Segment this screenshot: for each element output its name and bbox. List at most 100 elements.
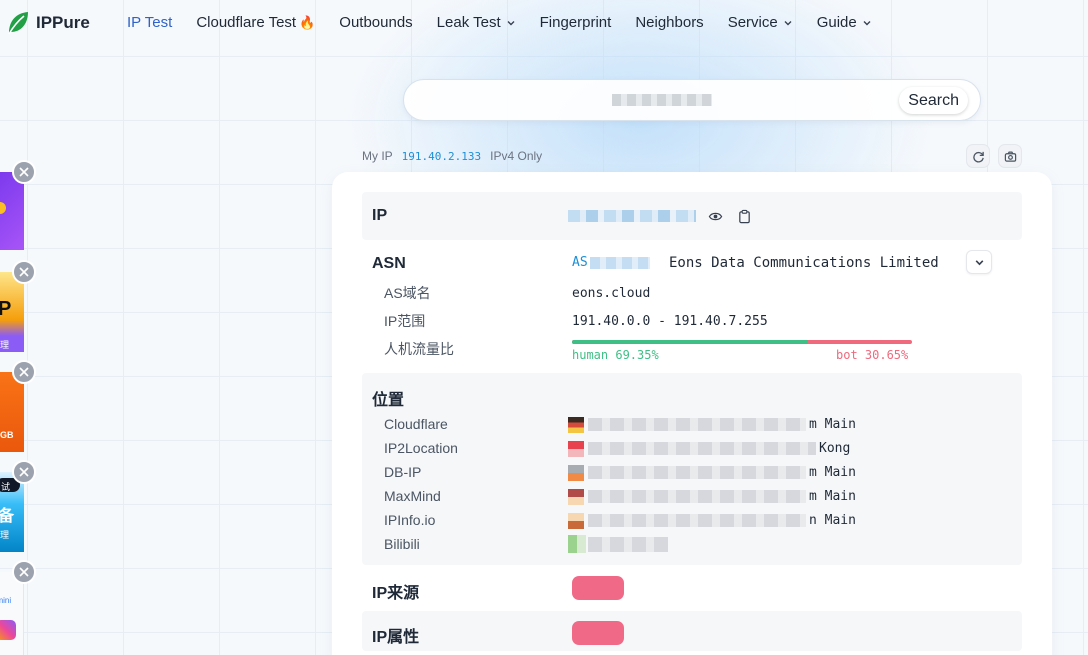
loc-value-ip2location: Kong xyxy=(819,441,851,456)
ip-section: IP xyxy=(362,192,1022,240)
traffic-ratio-bar xyxy=(572,340,912,344)
ad-2-caption: 理 xyxy=(0,340,10,350)
coin-icon xyxy=(0,202,6,214)
loc-value-ipinfo: n Main xyxy=(809,513,856,528)
side-ad-5[interactable]: emini xyxy=(0,572,24,655)
close-icon xyxy=(19,467,29,477)
search-button[interactable]: Search xyxy=(899,87,968,114)
side-ad-3[interactable]: GB xyxy=(0,372,24,452)
ip-value-redacted xyxy=(568,210,696,222)
ip-range-value: 191.40.0.0 - 191.40.7.255 xyxy=(572,314,768,329)
nav-outbounds[interactable]: Outbounds xyxy=(339,14,412,31)
my-ip-value[interactable]: 191.40.2.133 xyxy=(402,150,481,163)
bot-ratio-label: bot 30.65% xyxy=(836,348,909,362)
location-redacted xyxy=(588,490,806,503)
location-redacted xyxy=(588,466,806,479)
nav-fingerprint[interactable]: Fingerprint xyxy=(540,14,612,31)
screenshot-button[interactable] xyxy=(998,144,1022,168)
as-domain-label: AS域名 xyxy=(384,285,431,301)
refresh-icon xyxy=(972,151,984,163)
top-nav: IPPure IP Test Cloudflare Test 🔥 Outbound… xyxy=(0,0,1088,48)
asn-expand-button[interactable] xyxy=(966,250,992,274)
chevron-down-icon xyxy=(784,20,792,25)
nav-outbounds-label: Outbounds xyxy=(339,14,413,31)
nav-fingerprint-label: Fingerprint xyxy=(539,14,612,31)
my-ip-row: My IP 191.40.2.133 IPv4 Only xyxy=(362,149,542,163)
flag-icon xyxy=(568,489,584,505)
eye-icon xyxy=(708,212,722,220)
nav-cloudflare-test[interactable]: Cloudflare Test 🔥 xyxy=(196,14,315,31)
traffic-ratio-human-fill xyxy=(572,340,808,344)
toggle-visibility-button[interactable] xyxy=(705,206,725,226)
ad-close-button[interactable] xyxy=(12,160,36,184)
nav-guide[interactable]: Guide xyxy=(817,14,872,31)
brand-name: IPPure xyxy=(36,13,90,32)
instagram-icon xyxy=(0,620,16,640)
traffic-ratio-label: 人机流量比 xyxy=(384,341,454,357)
main-menu: IP Test Cloudflare Test 🔥 Outbounds Leak … xyxy=(127,14,896,31)
side-ad-4[interactable]: 试 备 理 xyxy=(0,472,24,552)
location-redacted xyxy=(588,442,816,455)
ad-close-button[interactable] xyxy=(12,560,36,584)
ip-title: IP xyxy=(372,207,388,224)
nav-ip-test[interactable]: IP Test xyxy=(127,14,172,31)
as-number-redacted xyxy=(590,257,650,269)
as-domain-value: eons.cloud xyxy=(572,286,651,301)
loc-value-dbip: m Main xyxy=(809,465,856,480)
ad-close-button[interactable] xyxy=(12,260,36,284)
fire-icon: 🔥 xyxy=(299,14,316,30)
nav-cloudflare-test-label: Cloudflare Test xyxy=(196,14,297,31)
human-ratio-label: human 69.35% xyxy=(572,348,659,362)
ip-attribute-title: IP属性 xyxy=(372,629,420,646)
nav-neighbors[interactable]: Neighbors xyxy=(635,14,703,31)
ad-close-button[interactable] xyxy=(12,360,36,384)
flag-icon xyxy=(568,465,584,481)
nav-leak-test-label: Leak Test xyxy=(436,14,501,31)
nav-guide-label: Guide xyxy=(816,14,857,31)
ad-2-letter: P xyxy=(0,298,12,320)
ad-3-caption: GB xyxy=(0,430,14,440)
ip-range-label: IP范围 xyxy=(384,313,426,329)
flag-icon xyxy=(568,441,584,457)
loc-source-bilibili: Bilibili xyxy=(384,536,420,552)
clipboard-icon xyxy=(738,209,750,223)
nav-service-label: Service xyxy=(727,14,778,31)
refresh-button[interactable] xyxy=(966,144,990,168)
brand[interactable]: IPPure xyxy=(6,10,90,36)
camera-icon xyxy=(1004,151,1016,162)
loc-source-maxmind: MaxMind xyxy=(384,488,441,504)
ip-source-title: IP来源 xyxy=(372,585,420,602)
chevron-down-icon xyxy=(863,20,871,25)
nav-ip-test-label: IP Test xyxy=(127,14,173,31)
nav-leak-test[interactable]: Leak Test xyxy=(437,14,516,31)
ad-4-caption: 理 xyxy=(0,530,10,540)
location-section: 位置 Cloudflare m Main IP2Location Kong DB… xyxy=(362,373,1022,565)
ip-attribute-badge xyxy=(572,621,624,645)
loc-value-cloudflare: m Main xyxy=(809,417,856,432)
as-number-prefix[interactable]: AS xyxy=(572,255,588,270)
ad-close-button[interactable] xyxy=(12,460,36,484)
loc-source-cloudflare: Cloudflare xyxy=(384,416,448,432)
ip-info-card: IP ASN AS Eons Data Communications Limit… xyxy=(332,172,1052,655)
nav-service[interactable]: Service xyxy=(728,14,793,31)
ad-4-title: 备 xyxy=(0,508,15,525)
close-icon xyxy=(19,167,29,177)
copy-button[interactable] xyxy=(734,206,754,226)
nav-neighbors-label: Neighbors xyxy=(635,14,704,31)
side-ad-2[interactable]: P 理 xyxy=(0,272,24,352)
flag-icon xyxy=(568,535,586,553)
leaf-icon xyxy=(8,12,28,35)
location-redacted xyxy=(588,514,806,527)
loc-value-maxmind: m Main xyxy=(809,489,856,504)
asn-title: ASN xyxy=(372,255,406,272)
close-icon xyxy=(19,567,29,577)
loc-source-ip2location: IP2Location xyxy=(384,440,458,456)
ad-4-chip-text: 试 xyxy=(1,482,11,492)
loc-source-ipinfo: IPInfo.io xyxy=(384,512,436,528)
as-org-name: Eons Data Communications Limited xyxy=(669,255,939,271)
ip-attribute-section: IP属性 xyxy=(362,611,1022,651)
chevron-down-icon xyxy=(975,259,983,265)
chevron-down-icon xyxy=(507,20,515,25)
close-icon xyxy=(19,367,29,377)
search-box: Search xyxy=(403,79,981,121)
